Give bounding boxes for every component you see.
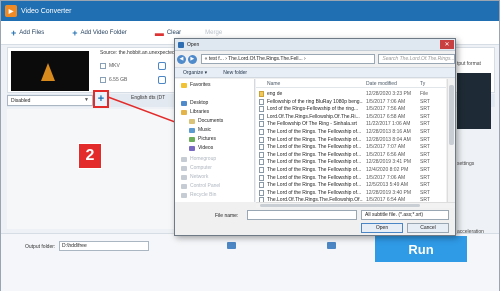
star-icon bbox=[181, 82, 187, 88]
control-panel-icon bbox=[181, 183, 187, 189]
pictures-icon bbox=[189, 136, 195, 142]
new-folder-button[interactable]: New folder bbox=[223, 70, 247, 76]
column-date-modified[interactable]: Date modified bbox=[366, 81, 397, 87]
libraries-icon bbox=[181, 109, 187, 115]
file-row[interactable]: The.Lord.Of.The.Rings.The.Fellowship.Of.… bbox=[256, 195, 446, 202]
nav-item-libraries[interactable]: Libraries bbox=[181, 109, 209, 115]
search-input[interactable]: Search The.Lord.Of.The.Rings... bbox=[378, 54, 455, 64]
nav-item-label: Videos bbox=[198, 145, 214, 151]
navigation-pane: Favorites Desktop Libraries Documents Mu… bbox=[175, 79, 255, 202]
nav-item-network[interactable]: Network bbox=[181, 174, 208, 180]
nav-item-documents[interactable]: Documents bbox=[189, 118, 223, 124]
homegroup-icon bbox=[181, 156, 187, 162]
nav-item-recycle-bin[interactable]: Recycle Bin bbox=[181, 192, 216, 198]
file-name-label: File name: bbox=[215, 213, 239, 219]
file-list-header: Name Date modified Ty bbox=[256, 79, 446, 88]
scroll-thumb[interactable] bbox=[449, 85, 454, 145]
open-dialog: Open ✕ ◀ ▶ « test f... › The.Lord.Of.The… bbox=[174, 38, 456, 236]
back-icon[interactable]: ◀ bbox=[177, 54, 186, 64]
nav-item-label: Control Panel bbox=[190, 183, 221, 189]
nav-item-control-panel[interactable]: Control Panel bbox=[181, 183, 220, 189]
recycle-bin-icon bbox=[181, 192, 187, 198]
nav-item-label: Favorites bbox=[190, 82, 211, 88]
network-icon bbox=[181, 174, 187, 180]
music-icon bbox=[189, 127, 195, 133]
column-name[interactable]: Name bbox=[267, 81, 280, 87]
nav-item-label: Libraries bbox=[190, 109, 210, 115]
nav-item-label: Music bbox=[198, 127, 212, 133]
scroll-thumb[interactable] bbox=[260, 204, 420, 207]
computer-icon bbox=[181, 165, 187, 171]
nav-item-label: Computer bbox=[190, 165, 212, 171]
videos-icon bbox=[189, 145, 195, 151]
column-type[interactable]: Ty bbox=[420, 81, 425, 87]
nav-item-homegroup[interactable]: Homegroup bbox=[181, 156, 216, 162]
cancel-button[interactable]: Cancel bbox=[407, 223, 449, 233]
open-button[interactable]: Open bbox=[361, 223, 403, 233]
nav-item-label: Homegroup bbox=[190, 156, 217, 162]
nav-item-computer[interactable]: Computer bbox=[181, 165, 212, 171]
file-type-filter[interactable]: All subtitle file. (*.ass;*.srt) bbox=[361, 210, 449, 220]
nav-item-favorites[interactable]: Favorites bbox=[181, 82, 211, 88]
address-bar: ◀ ▶ « test f... › The.Lord.Of.The.Rings.… bbox=[177, 53, 455, 65]
file-name-input[interactable] bbox=[247, 210, 357, 220]
nav-item-music[interactable]: Music bbox=[189, 127, 211, 133]
nav-item-desktop[interactable]: Desktop bbox=[181, 100, 208, 106]
command-bar: Organize ▾ New folder bbox=[175, 67, 455, 78]
vertical-scrollbar[interactable] bbox=[447, 79, 455, 202]
nav-item-label: Pictures bbox=[198, 136, 217, 142]
address-path[interactable]: « test f... › The.Lord.Of.The.Rings.The.… bbox=[200, 54, 376, 64]
file-list: Name Date modified Ty eng de 12/28/2020 3… bbox=[256, 79, 446, 202]
horizontal-scrollbar[interactable] bbox=[256, 202, 455, 208]
organize-button[interactable]: Organize ▾ bbox=[183, 70, 207, 76]
dialog-title: Open bbox=[187, 41, 200, 48]
dialog-icon bbox=[178, 41, 184, 48]
nav-item-label: Recycle Bin bbox=[190, 192, 217, 198]
close-button[interactable]: ✕ bbox=[440, 40, 454, 49]
forward-icon[interactable]: ▶ bbox=[187, 54, 197, 64]
nav-item-label: Documents bbox=[198, 118, 224, 124]
dialog-title-bar: Open ✕ bbox=[175, 39, 455, 51]
nav-item-pictures[interactable]: Pictures bbox=[189, 136, 216, 142]
documents-icon bbox=[189, 118, 195, 124]
desktop-icon bbox=[181, 100, 187, 106]
nav-item-label: Desktop bbox=[190, 100, 209, 106]
nav-item-videos[interactable]: Videos bbox=[189, 145, 213, 151]
nav-item-label: Network bbox=[190, 174, 209, 180]
